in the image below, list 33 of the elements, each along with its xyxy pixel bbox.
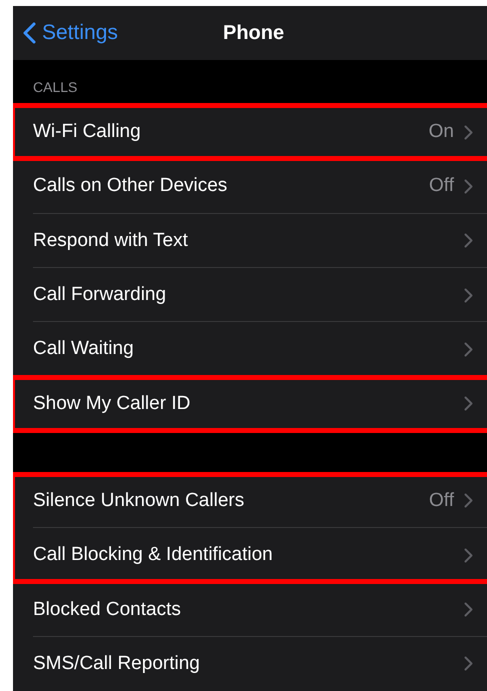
row-label: Blocked Contacts — [33, 598, 182, 621]
chevron-icon — [464, 124, 473, 140]
settings-row[interactable]: Blocked Contacts — [13, 582, 487, 637]
chevron-icon — [464, 396, 473, 412]
settings-row[interactable]: Respond with Text — [13, 214, 487, 268]
row-label: SMS/Call Reporting — [33, 652, 201, 675]
chevron-icon — [464, 342, 473, 357]
row-label: Call Blocking & Identification — [33, 544, 274, 566]
page-title: Phone — [223, 22, 284, 44]
chevron-icon — [464, 602, 473, 618]
row-value: Off — [429, 175, 454, 198]
row-label: Show My Caller ID — [33, 392, 192, 415]
chevron-icon — [464, 493, 473, 508]
row-value: Off — [429, 490, 454, 512]
row-label: Silence Unknown Callers — [33, 490, 246, 512]
settings-row[interactable]: Call Waiting — [13, 322, 487, 377]
chevron-icon — [464, 288, 473, 303]
chevron-icon — [464, 656, 473, 672]
settings-row[interactable]: Call Forwarding — [13, 268, 487, 322]
row-label: Call Forwarding — [33, 284, 168, 306]
row-label: Call Waiting — [33, 338, 135, 360]
row-label: Respond with Text — [33, 230, 189, 252]
back-chevron-icon — [23, 22, 36, 44]
settings-row[interactable]: SMS/Call Reporting — [13, 636, 487, 691]
back-button[interactable]: Settings — [13, 21, 118, 45]
row-value: On — [428, 121, 454, 144]
chevron-icon — [464, 233, 473, 248]
settings-row[interactable]: Calls on Other Devices Off — [13, 159, 487, 214]
chevron-icon — [464, 548, 473, 563]
row-label: Wi-Fi Calling — [33, 121, 142, 144]
section-header: CALLS — [33, 79, 78, 96]
chevron-icon — [464, 178, 473, 194]
row-label: Calls on Other Devices — [33, 175, 228, 198]
